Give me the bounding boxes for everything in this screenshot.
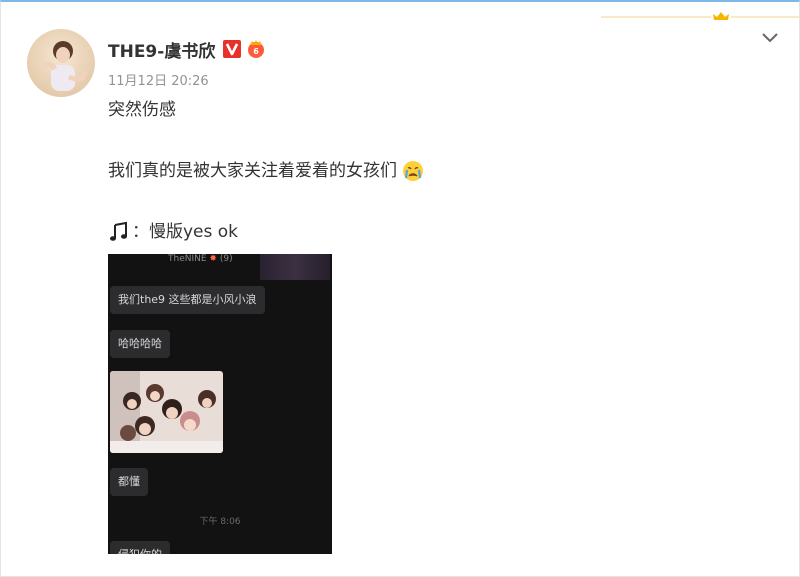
author-name[interactable]: THE9-虞书欣 [108,37,215,62]
post-text-line-1: 突然伤感 [108,100,176,120]
post-image-chat-screenshot[interactable]: TheNINE ✸ (9) 我们the9 这些都是小风小浪 哈哈哈哈 都懂 下午… [108,254,332,554]
post-text-line-2: 我们真的是被大家关注着爱着的女孩们 [108,159,424,183]
music-note-icon [110,221,127,241]
member-crown-icon[interactable]: 6 [246,39,266,59]
post-timestamp[interactable]: 11月12日 20:26 [108,70,209,89]
chat-group-photo [110,371,223,453]
music-title: 慢版yes ok [149,222,239,242]
chat-time-divider: 下午 8:06 [199,517,241,527]
chat-group-name: TheNINE [168,254,207,264]
chevron-down-icon[interactable] [759,30,781,46]
music-separator: ： [132,222,149,242]
chat-message: 我们the9 这些都是小风小浪 [110,286,265,314]
weibo-post-card: THE9-虞书欣 6 11月12日 20:26 突然伤感 我们真的是被大家关注着… [0,0,800,577]
svg-text:6: 6 [254,47,260,56]
chat-image-thumbnail [260,254,330,280]
crying-emoji-icon [403,161,423,181]
v-verified-icon[interactable] [223,40,242,58]
post-text-line-2-content: 我们真的是被大家关注着爱着的女孩们 [108,161,397,181]
author-row: THE9-虞书欣 6 [108,37,266,62]
fire-icon: ✸ [209,254,217,264]
chat-group-header: TheNINE ✸ (9) [168,254,233,264]
avatar[interactable] [27,29,95,97]
avatar-image [27,29,95,97]
chat-group-count: (9) [219,254,233,264]
post-text-line-3: ： 慢版yes ok [108,220,238,244]
crown-decoration-icon [601,12,799,20]
chat-message: 都懂 [110,468,148,496]
chat-message: 侵犯你的 [110,541,170,554]
chat-message: 哈哈哈哈 [110,330,170,358]
